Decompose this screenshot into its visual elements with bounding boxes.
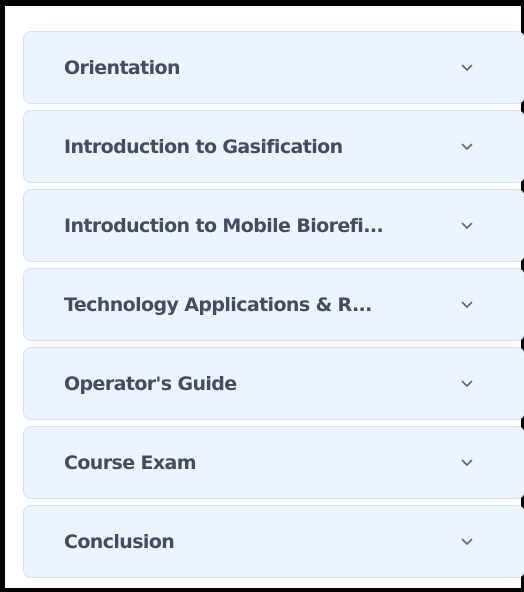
accordion-item-label: Course Exam bbox=[64, 451, 197, 474]
accordion-item-label: Conclusion bbox=[64, 530, 175, 553]
accordion-item-orientation[interactable]: Orientation bbox=[23, 31, 524, 104]
chevron-down-icon[interactable] bbox=[460, 377, 474, 391]
accordion-item-label: Operator's Guide bbox=[64, 372, 237, 395]
accordion-item-label: Introduction to Gasification bbox=[64, 135, 343, 158]
accordion-item-operators-guide[interactable]: Operator's Guide bbox=[23, 347, 524, 420]
accordion-item-introduction-to-gasification[interactable]: Introduction to Gasification bbox=[23, 110, 524, 183]
accordion-item-label: Introduction to Mobile Biorefi... bbox=[64, 214, 384, 237]
chevron-down-icon[interactable] bbox=[460, 535, 474, 549]
chevron-down-icon[interactable] bbox=[460, 140, 474, 154]
accordion-item-course-exam[interactable]: Course Exam bbox=[23, 426, 524, 499]
chevron-down-icon[interactable] bbox=[460, 61, 474, 75]
accordion-item-label: Technology Applications & R... bbox=[64, 293, 372, 316]
course-module-accordion: Orientation Introduction to Gasification… bbox=[23, 31, 524, 584]
accordion-item-technology-applications[interactable]: Technology Applications & R... bbox=[23, 268, 524, 341]
accordion-item-conclusion[interactable]: Conclusion bbox=[23, 505, 524, 578]
chevron-down-icon[interactable] bbox=[460, 456, 474, 470]
chevron-down-icon[interactable] bbox=[460, 298, 474, 312]
screenshot-frame: Orientation Introduction to Gasification… bbox=[0, 0, 524, 592]
chevron-down-icon[interactable] bbox=[460, 219, 474, 233]
accordion-item-label: Orientation bbox=[64, 56, 181, 79]
accordion-item-introduction-to-mobile-biorefinery[interactable]: Introduction to Mobile Biorefi... bbox=[23, 189, 524, 262]
